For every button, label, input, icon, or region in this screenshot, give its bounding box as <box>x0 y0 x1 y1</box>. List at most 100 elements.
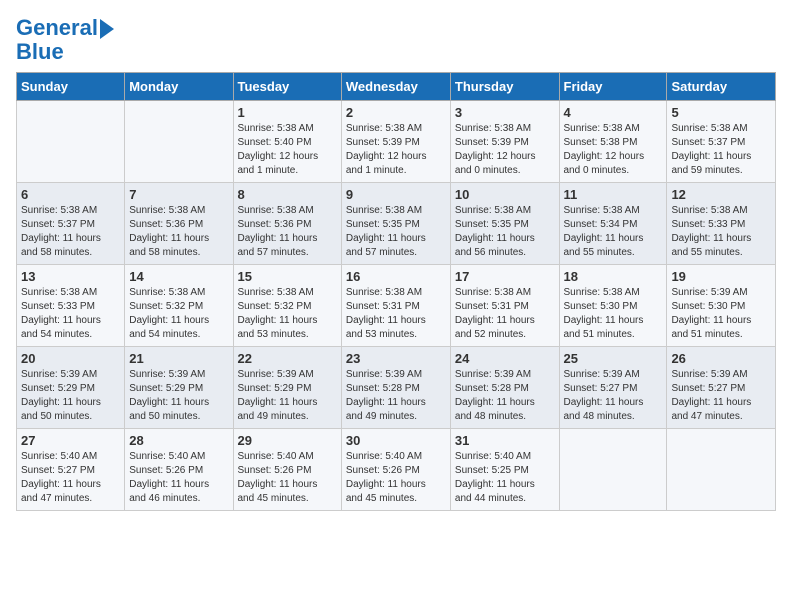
day-number: 12 <box>671 187 771 202</box>
calendar-cell: 29 Sunrise: 5:40 AM Sunset: 5:26 PM Dayli… <box>233 429 341 511</box>
week-row-5: 27 Sunrise: 5:40 AM Sunset: 5:27 PM Dayli… <box>17 429 776 511</box>
day-detail: Sunrise: 5:39 AM Sunset: 5:28 PM Dayligh… <box>346 368 446 424</box>
week-row-3: 13Sunrise: 5:38 AM Sunset: 5:33 PM Dayli… <box>17 265 776 347</box>
day-detail: Sunrise: 5:40 AM Sunset: 5:27 PM Dayligh… <box>21 450 120 506</box>
calendar-cell: 6 Sunrise: 5:38 AM Sunset: 5:37 PM Daylig… <box>17 183 125 265</box>
calendar-cell: 12 Sunrise: 5:38 AM Sunset: 5:33 PM Dayli… <box>667 183 776 265</box>
day-detail: Sunrise: 5:40 AM Sunset: 5:26 PM Dayligh… <box>238 450 337 506</box>
calendar-cell: 17 Sunrise: 5:38 AM Sunset: 5:31 PM Dayli… <box>450 265 559 347</box>
day-number: 21 <box>129 351 228 366</box>
calendar-cell: 30 Sunrise: 5:40 AM Sunset: 5:26 PM Dayli… <box>341 429 450 511</box>
day-number: 14 <box>129 269 228 284</box>
day-detail: Sunrise: 5:38 AM Sunset: 5:31 PM Dayligh… <box>455 286 555 342</box>
day-detail: Sunrise: 5:39 AM Sunset: 5:29 PM Dayligh… <box>21 368 120 424</box>
day-detail: Sunrise: 5:39 AM Sunset: 5:30 PM Dayligh… <box>671 286 771 342</box>
day-detail: Sunrise: 5:39 AM Sunset: 5:29 PM Dayligh… <box>129 368 228 424</box>
calendar-cell: 23 Sunrise: 5:39 AM Sunset: 5:28 PM Dayli… <box>341 347 450 429</box>
day-number: 6 <box>21 187 120 202</box>
calendar-cell: 2Sunrise: 5:38 AM Sunset: 5:39 PM Daylig… <box>341 101 450 183</box>
week-row-2: 6 Sunrise: 5:38 AM Sunset: 5:37 PM Daylig… <box>17 183 776 265</box>
calendar-cell: 31 Sunrise: 5:40 AM Sunset: 5:25 PM Dayli… <box>450 429 559 511</box>
day-number: 29 <box>238 433 337 448</box>
day-detail: Sunrise: 5:38 AM Sunset: 5:34 PM Dayligh… <box>564 204 663 260</box>
calendar-cell: 4 Sunrise: 5:38 AM Sunset: 5:38 PM Daylig… <box>559 101 667 183</box>
page-header: General Blue <box>16 16 776 64</box>
day-number: 1 <box>238 105 337 120</box>
logo-arrow-icon <box>100 19 114 39</box>
calendar-cell: 19 Sunrise: 5:39 AM Sunset: 5:30 PM Dayli… <box>667 265 776 347</box>
day-number: 4 <box>564 105 663 120</box>
day-detail: Sunrise: 5:38 AM Sunset: 5:36 PM Dayligh… <box>129 204 228 260</box>
calendar-cell: 3 Sunrise: 5:38 AM Sunset: 5:39 PM Daylig… <box>450 101 559 183</box>
day-number: 15 <box>238 269 337 284</box>
day-detail: Sunrise: 5:38 AM Sunset: 5:39 PM Dayligh… <box>346 122 446 178</box>
day-detail: Sunrise: 5:38 AM Sunset: 5:35 PM Dayligh… <box>455 204 555 260</box>
day-number: 11 <box>564 187 663 202</box>
calendar-cell <box>559 429 667 511</box>
day-detail: Sunrise: 5:38 AM Sunset: 5:33 PM Dayligh… <box>21 286 120 342</box>
day-number: 18 <box>564 269 663 284</box>
day-number: 20 <box>21 351 120 366</box>
calendar-cell: 13Sunrise: 5:38 AM Sunset: 5:33 PM Dayli… <box>17 265 125 347</box>
day-detail: Sunrise: 5:38 AM Sunset: 5:33 PM Dayligh… <box>671 204 771 260</box>
day-number: 16 <box>346 269 446 284</box>
day-detail: Sunrise: 5:38 AM Sunset: 5:37 PM Dayligh… <box>671 122 771 178</box>
calendar-cell: 27 Sunrise: 5:40 AM Sunset: 5:27 PM Dayli… <box>17 429 125 511</box>
calendar-cell: 20 Sunrise: 5:39 AM Sunset: 5:29 PM Dayli… <box>17 347 125 429</box>
calendar-cell: 18Sunrise: 5:38 AM Sunset: 5:30 PM Dayli… <box>559 265 667 347</box>
day-number: 26 <box>671 351 771 366</box>
week-row-4: 20 Sunrise: 5:39 AM Sunset: 5:29 PM Dayli… <box>17 347 776 429</box>
calendar-cell: 1Sunrise: 5:38 AM Sunset: 5:40 PM Daylig… <box>233 101 341 183</box>
day-detail: Sunrise: 5:38 AM Sunset: 5:36 PM Dayligh… <box>238 204 337 260</box>
day-detail: Sunrise: 5:38 AM Sunset: 5:32 PM Dayligh… <box>238 286 337 342</box>
day-number: 19 <box>671 269 771 284</box>
day-detail: Sunrise: 5:40 AM Sunset: 5:26 PM Dayligh… <box>346 450 446 506</box>
calendar-cell: 7 Sunrise: 5:38 AM Sunset: 5:36 PM Daylig… <box>125 183 233 265</box>
week-row-1: 1Sunrise: 5:38 AM Sunset: 5:40 PM Daylig… <box>17 101 776 183</box>
calendar-cell: 14Sunrise: 5:38 AM Sunset: 5:32 PM Dayli… <box>125 265 233 347</box>
calendar-cell: 28Sunrise: 5:40 AM Sunset: 5:26 PM Dayli… <box>125 429 233 511</box>
day-detail: Sunrise: 5:38 AM Sunset: 5:38 PM Dayligh… <box>564 122 663 178</box>
day-detail: Sunrise: 5:38 AM Sunset: 5:31 PM Dayligh… <box>346 286 446 342</box>
day-detail: Sunrise: 5:40 AM Sunset: 5:25 PM Dayligh… <box>455 450 555 506</box>
calendar-cell: 22 Sunrise: 5:39 AM Sunset: 5:29 PM Dayli… <box>233 347 341 429</box>
calendar-cell: 26 Sunrise: 5:39 AM Sunset: 5:27 PM Dayli… <box>667 347 776 429</box>
day-number: 23 <box>346 351 446 366</box>
column-header-sunday: Sunday <box>17 73 125 101</box>
day-number: 9 <box>346 187 446 202</box>
calendar-table: SundayMondayTuesdayWednesdayThursdayFrid… <box>16 72 776 511</box>
column-header-friday: Friday <box>559 73 667 101</box>
day-detail: Sunrise: 5:38 AM Sunset: 5:39 PM Dayligh… <box>455 122 555 178</box>
day-detail: Sunrise: 5:39 AM Sunset: 5:27 PM Dayligh… <box>564 368 663 424</box>
day-detail: Sunrise: 5:39 AM Sunset: 5:27 PM Dayligh… <box>671 368 771 424</box>
column-header-wednesday: Wednesday <box>341 73 450 101</box>
calendar-cell: 15 Sunrise: 5:38 AM Sunset: 5:32 PM Dayli… <box>233 265 341 347</box>
day-detail: Sunrise: 5:38 AM Sunset: 5:37 PM Dayligh… <box>21 204 120 260</box>
day-detail: Sunrise: 5:39 AM Sunset: 5:28 PM Dayligh… <box>455 368 555 424</box>
day-number: 31 <box>455 433 555 448</box>
calendar-cell: 11 Sunrise: 5:38 AM Sunset: 5:34 PM Dayli… <box>559 183 667 265</box>
column-header-monday: Monday <box>125 73 233 101</box>
logo-general: General <box>16 16 98 40</box>
day-number: 30 <box>346 433 446 448</box>
day-number: 17 <box>455 269 555 284</box>
day-number: 3 <box>455 105 555 120</box>
day-number: 10 <box>455 187 555 202</box>
day-number: 5 <box>671 105 771 120</box>
calendar-cell: 16 Sunrise: 5:38 AM Sunset: 5:31 PM Dayli… <box>341 265 450 347</box>
day-detail: Sunrise: 5:40 AM Sunset: 5:26 PM Dayligh… <box>129 450 228 506</box>
day-number: 8 <box>238 187 337 202</box>
day-detail: Sunrise: 5:39 AM Sunset: 5:29 PM Dayligh… <box>238 368 337 424</box>
logo-blue: Blue <box>16 40 114 64</box>
day-number: 7 <box>129 187 228 202</box>
day-number: 27 <box>21 433 120 448</box>
calendar-cell <box>667 429 776 511</box>
logo: General Blue <box>16 16 114 64</box>
day-detail: Sunrise: 5:38 AM Sunset: 5:35 PM Dayligh… <box>346 204 446 260</box>
calendar-cell: 25 Sunrise: 5:39 AM Sunset: 5:27 PM Dayli… <box>559 347 667 429</box>
calendar-header-row: SundayMondayTuesdayWednesdayThursdayFrid… <box>17 73 776 101</box>
day-number: 25 <box>564 351 663 366</box>
column-header-thursday: Thursday <box>450 73 559 101</box>
calendar-cell: 9 Sunrise: 5:38 AM Sunset: 5:35 PM Daylig… <box>341 183 450 265</box>
day-number: 22 <box>238 351 337 366</box>
